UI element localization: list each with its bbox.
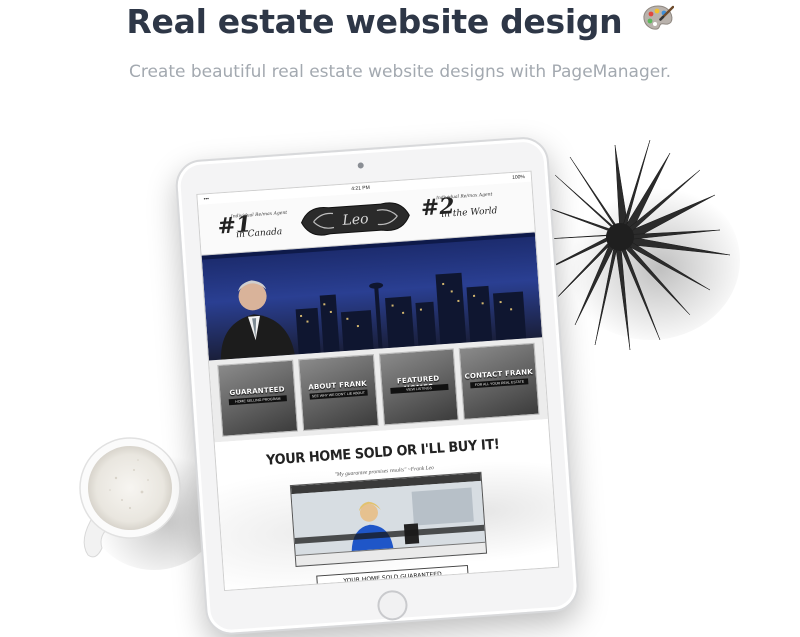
ranking-badge-world: #2 Individual Re/max Agent in the World bbox=[420, 192, 498, 221]
tile-featured-homes[interactable]: FEATURED HOMES VIEW LISTINGS bbox=[378, 348, 459, 426]
tablet-mockup: ••• 4:21 PM 100% #1 Individual Re/max Ag… bbox=[173, 135, 581, 637]
video-player[interactable] bbox=[289, 471, 488, 567]
tile-about-frank[interactable]: ABOUT FRANK SEE WHY WE DON'T LIE ABOUT bbox=[297, 354, 379, 432]
tile-sub: HOME SELLING PROGRAM bbox=[228, 395, 287, 406]
tile-sub: FOR ALL YOUR REAL ESTATE bbox=[470, 378, 529, 389]
main-content: YOUR HOME SOLD OR I'LL BUY IT! "My guara… bbox=[214, 419, 560, 592]
ranking-badge-canada: #1 Individual Re/max Agent in Canada bbox=[217, 211, 288, 241]
tablet-screen: ••• 4:21 PM 100% #1 Individual Re/max Ag… bbox=[196, 170, 560, 592]
status-battery: 100% bbox=[511, 174, 526, 181]
page-title: Real estate website design bbox=[0, 2, 800, 41]
home-button[interactable] bbox=[376, 589, 409, 622]
tile-guaranteed[interactable]: GUARANTEED HOME SELLING PROGRAM bbox=[217, 359, 298, 437]
page-title-text: Real estate website design bbox=[126, 2, 623, 41]
badge-place: in Canada bbox=[235, 227, 283, 241]
tile-contact-frank[interactable]: CONTACT FRANK FOR ALL YOUR REAL ESTATE bbox=[458, 342, 540, 420]
tile-sub: SEE WHY WE DON'T LIE ABOUT bbox=[309, 389, 368, 400]
wifi-icon: ••• bbox=[203, 196, 210, 203]
status-time: 4:21 PM bbox=[351, 184, 371, 193]
camera-icon bbox=[357, 162, 364, 169]
artist-palette-icon bbox=[642, 1, 674, 40]
svg-text:Leo: Leo bbox=[341, 211, 369, 229]
site-logo[interactable]: Leo bbox=[298, 196, 412, 242]
page-subtitle: Create beautiful real estate website des… bbox=[128, 62, 672, 82]
tablet-frame: ••• 4:21 PM 100% #1 Individual Re/max Ag… bbox=[173, 135, 581, 637]
